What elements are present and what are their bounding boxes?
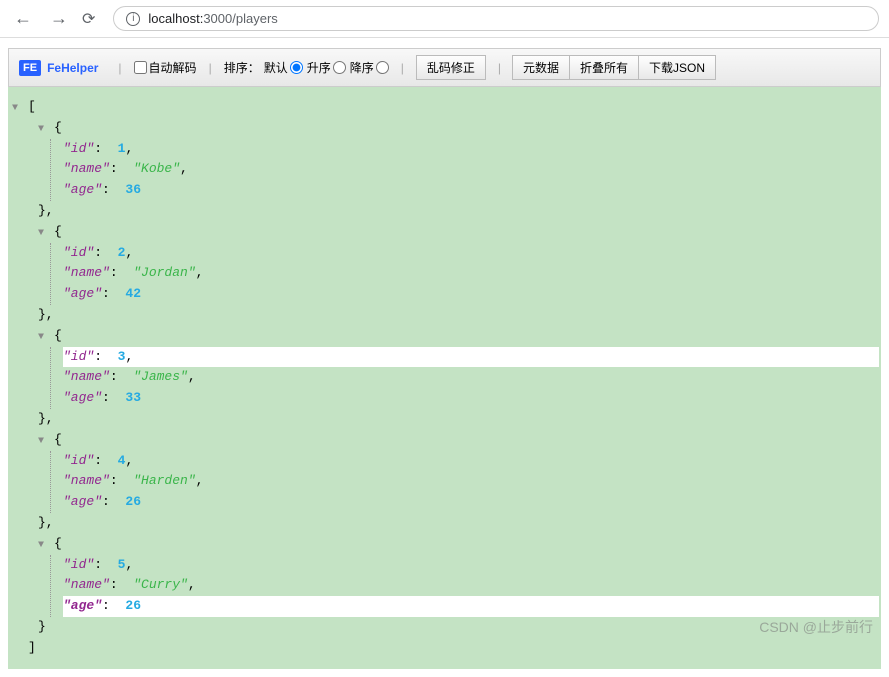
json-object-open: ▼{	[10, 222, 879, 243]
json-kv: "id": 2,	[63, 243, 879, 264]
collapse-all-button[interactable]: 折叠所有	[569, 55, 639, 80]
json-array-close: ]	[10, 638, 879, 659]
metadata-button[interactable]: 元数据	[512, 55, 570, 80]
json-kv: "name": "Jordan",	[63, 263, 879, 284]
json-kv: "id": 5,	[63, 555, 879, 576]
json-kv: "name": "Harden",	[63, 471, 879, 492]
json-kv: "name": "Kobe",	[63, 159, 879, 180]
json-kv: "name": "James",	[63, 367, 879, 388]
json-viewer: ▼[ ▼{ "id": 1, "name": "Kobe", "age": 36…	[8, 87, 881, 669]
json-kv: "id": 4,	[63, 451, 879, 472]
url-path: 3000/players	[203, 11, 277, 26]
sort-desc-radio[interactable]: 降序	[350, 59, 389, 76]
download-json-button[interactable]: 下载JSON	[638, 55, 716, 80]
sort-desc-input[interactable]	[376, 61, 389, 74]
divider: |	[401, 61, 404, 75]
browser-nav-bar: ← → ⟳ i localhost:3000/players	[0, 0, 889, 38]
json-kv: "id": 3,	[63, 347, 879, 368]
sort-asc-input[interactable]	[333, 61, 346, 74]
json-object-open: ▼{	[10, 326, 879, 347]
collapse-icon[interactable]: ▼	[38, 538, 48, 554]
button-group: 元数据 折叠所有 下载JSON	[513, 55, 716, 80]
fix-encoding-button[interactable]: 乱码修正	[416, 55, 486, 80]
json-array-open: ▼[	[10, 97, 879, 118]
back-icon[interactable]: ←	[10, 8, 36, 29]
collapse-icon[interactable]: ▼	[12, 101, 22, 117]
fehelper-toolbar: FE FeHelper | 自动解码 | 排序： 默认 升序 降序 | 乱码修正…	[8, 48, 881, 87]
json-object-open: ▼{	[10, 118, 879, 139]
json-object-close: },	[10, 201, 879, 222]
sort-group: 排序： 默认 升序 降序	[224, 59, 389, 76]
info-icon[interactable]: i	[126, 12, 140, 26]
json-kv: "age": 36	[63, 180, 879, 201]
json-kv: "age": 42	[63, 284, 879, 305]
json-object-close: },	[10, 305, 879, 326]
collapse-icon[interactable]: ▼	[38, 330, 48, 346]
json-object-close: },	[10, 409, 879, 430]
json-object-open: ▼{	[10, 534, 879, 555]
json-object-body: "id": 1, "name": "Kobe", "age": 36	[50, 139, 879, 201]
json-object-body: "id": 2, "name": "Jordan", "age": 42	[50, 243, 879, 305]
watermark: CSDN @止步前行	[759, 617, 873, 637]
url-host: localhost:	[148, 11, 203, 26]
divider: |	[209, 61, 212, 75]
json-object-body: "id": 4, "name": "Harden", "age": 26	[50, 451, 879, 513]
collapse-icon[interactable]: ▼	[38, 122, 48, 138]
url-bar[interactable]: i localhost:3000/players	[113, 6, 879, 31]
divider: |	[498, 61, 501, 75]
forward-icon[interactable]: →	[46, 8, 72, 29]
auto-decode-label: 自动解码	[149, 59, 197, 76]
auto-decode-checkbox[interactable]: 自动解码	[134, 59, 197, 76]
sort-default-radio[interactable]: 默认	[264, 59, 303, 76]
sort-default-input[interactable]	[290, 61, 303, 74]
json-object-close: },	[10, 513, 879, 534]
json-kv: "name": "Curry",	[63, 575, 879, 596]
divider: |	[118, 61, 121, 75]
json-object-body: "id": 5, "name": "Curry", "age": 26	[50, 555, 879, 617]
sort-asc-radio[interactable]: 升序	[307, 59, 346, 76]
json-kv: "id": 1,	[63, 139, 879, 160]
json-kv: "age": 26	[63, 596, 879, 617]
json-kv: "age": 33	[63, 388, 879, 409]
json-kv: "age": 26	[63, 492, 879, 513]
collapse-icon[interactable]: ▼	[38, 226, 48, 242]
reload-icon[interactable]: ⟳	[82, 9, 95, 29]
fehelper-logo: FE	[19, 60, 41, 76]
json-object-close: }	[10, 617, 879, 638]
auto-decode-input[interactable]	[134, 61, 147, 74]
fehelper-title: FeHelper	[47, 61, 98, 75]
collapse-icon[interactable]: ▼	[38, 434, 48, 450]
json-object-body: "id": 3, "name": "James", "age": 33	[50, 347, 879, 409]
sort-label: 排序：	[224, 59, 260, 76]
json-object-open: ▼{	[10, 430, 879, 451]
